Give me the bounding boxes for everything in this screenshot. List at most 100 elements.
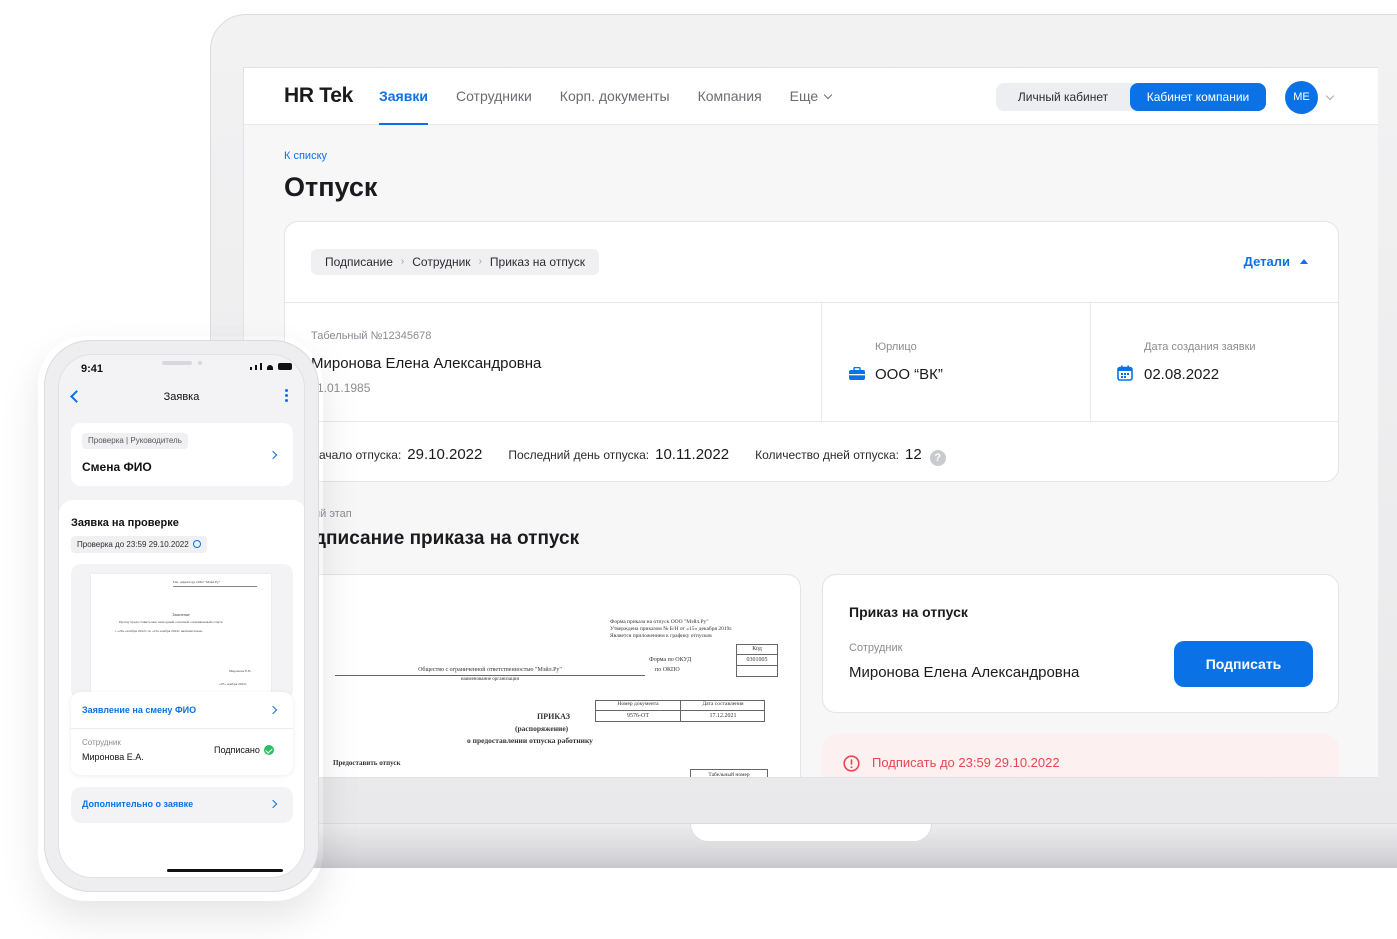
chevron-down-icon [823,90,833,100]
deadline-text: Подписать до 23:59 29.10.2022 [872,755,1060,770]
sign-employee-name: Миронова Елена Александровна [849,664,1080,681]
legal-entity-label: Юрлицо [875,341,917,353]
nav-employees[interactable]: Сотрудники [456,68,532,125]
battery-icon [278,363,292,370]
doc-order-title: ПРИКАЗ [537,712,570,721]
deadline-alert: Подписать до 23:59 29.10.2022 [822,734,1339,777]
created-label: Дата создания заявки [1144,341,1256,353]
doc-underline [335,675,645,676]
caret-up-icon [1300,259,1308,264]
nav-more[interactable]: Еще [789,68,833,125]
doc-okpo-cell [736,666,778,677]
request-title: Смена ФИО [82,460,152,474]
front-camera [198,361,202,365]
doc-info-card: Заявление на смену ФИО Сотрудник Миронов… [71,692,293,775]
step-title: дписание приказа на отпуск [314,528,580,549]
document-preview[interactable]: Форма приказа на отпуск ООО "Мэйл.Ру" Ут… [284,574,801,777]
back-to-list-link[interactable]: К списку [284,150,327,162]
more-vertical-icon[interactable] [285,389,288,404]
doc-order-sub: (распоряжение) [515,724,569,733]
doc-date-label: Дата составления [681,701,765,711]
doc-org-name: Общество с ограниченной ответственностью… [418,667,562,673]
avatar[interactable]: ME [1285,81,1318,114]
divider [821,302,822,421]
mobile-app: 9:41 Заявка Проверка | Руководитель Смен… [58,354,305,878]
stat-start: ачало отпуска: 29.10.2022 [319,446,482,464]
stat-label: Последний день отпуска: [508,448,650,462]
doc-date: 17.12.2021 [709,713,737,719]
doc-org-caption: наименование организации [460,677,520,682]
stat-days: Количество дней отпуска: 12? [755,446,946,466]
doc-number: 9576-ОТ [596,711,681,722]
doc-header-line: Утверждена приказом № Б/Н от «15» декабр… [610,626,733,632]
doc-signer: Миронова Е.В. [229,669,252,673]
created-value: 02.08.2022 [1144,366,1220,383]
sign-button[interactable]: Подписать [1174,641,1313,687]
details-label: Детали [1243,254,1290,269]
stat-value: 12 [905,446,922,463]
breadcrumb-item[interactable]: Подписание [325,249,393,275]
order-document: Форма приказа на отпуск ООО "Мэйл.Ру" Ут… [285,575,800,777]
doc-page: Ген. директору ООО "Мэйл.Ру" Заявление П… [91,574,271,700]
doc-line [173,586,257,587]
signed-status: Подписано [214,745,274,755]
employee-name: Миронова Елена Александровна [311,355,542,372]
doc-header-line: Является приложением к графику отпусков [610,633,712,639]
help-icon[interactable]: ? [929,450,946,466]
doc-link[interactable]: Заявление на смену ФИО [82,705,196,715]
chevron-right-icon: › [478,256,482,267]
status-icons [250,363,292,370]
cabinet-switch: Личный кабинет Кабинет компании [996,83,1266,111]
breadcrumb-item[interactable]: Приказ на отпуск [490,249,585,275]
nav-corp-documents[interactable]: Корп. документы [560,68,670,125]
nav-company[interactable]: Компания [698,68,762,125]
signal-icon [255,365,257,370]
employee-label: Сотрудник [82,738,121,747]
doc-date: «07» ноября 2022г. [219,682,247,686]
review-panel: Заявка на проверке Проверка до 23:59 29.… [59,500,304,877]
request-card[interactable]: Проверка | Руководитель Смена ФИО [71,423,293,486]
status-time: 9:41 [81,363,104,375]
chevron-right-icon: › [400,256,405,267]
status-title: Заявка на проверке [71,517,179,529]
stat-label: ачало отпуска: [319,448,402,462]
company-cabinet-button[interactable]: Кабинет компании [1130,83,1266,111]
laptop-notch [690,824,932,842]
chevron-down-icon[interactable] [1325,91,1335,101]
chevron-right-icon[interactable] [268,705,278,715]
stat-value: 29.10.2022 [407,446,483,463]
doc-body: Прошу предоставить мне ежегодный основно… [119,620,223,624]
breadcrumb: Подписание › Сотрудник › Приказ на отпус… [311,249,599,275]
doc-okud-label: Форма по ОКУД [649,657,692,663]
details-toggle[interactable]: Детали [1244,254,1308,269]
more-info-link[interactable]: Дополнительно о заявке [82,799,193,809]
birth-date: 1.01.1985 [317,381,371,395]
calendar-icon [1117,365,1133,381]
tab-number: Табельный №12345678 [311,330,432,342]
more-info-card[interactable]: Дополнительно о заявке [71,787,293,823]
doc-okud-value: 0301005 [736,655,778,666]
request-tag: Проверка | Руководитель [82,433,188,449]
doc-header: Форма приказа на отпуск ООО "Мэйл.Ру" Ут… [610,619,732,640]
desktop-app: HR Tek Заявки Сотрудники Корп. документы… [243,67,1378,778]
app-logo[interactable]: HR Tek [284,84,353,108]
nav-more-label: Еще [789,88,819,104]
divider [71,728,293,729]
breadcrumb-item[interactable]: Сотрудник [412,249,470,275]
main-nav: Заявки Сотрудники Корп. документы Компан… [379,68,833,125]
doc-title: Заявление [172,612,190,617]
doc-header-line: Форма приказа на отпуск ООО "Мэйл.Ру" [610,619,709,625]
deadline-chip: Проверка до 23:59 29.10.2022 [71,536,207,553]
doc-order-about: о предоставлении отпуска работнику [467,736,593,745]
home-indicator [167,869,283,872]
briefcase-icon [849,366,865,380]
personal-cabinet-button[interactable]: Личный кабинет [996,83,1130,111]
doc-okpo-label: по ОКПО [655,667,680,673]
sign-card: Приказ на отпуск Сотрудник Миронова Елен… [822,574,1339,713]
divider [1090,302,1091,421]
doc-preview[interactable]: Ген. директору ООО "Мэйл.Ру" Заявление П… [71,564,293,700]
app-header: HR Tek Заявки Сотрудники Корп. документы… [244,68,1378,125]
nav-requests[interactable]: Заявки [379,68,428,125]
chevron-right-icon [268,450,278,460]
speaker-grill [162,361,192,365]
